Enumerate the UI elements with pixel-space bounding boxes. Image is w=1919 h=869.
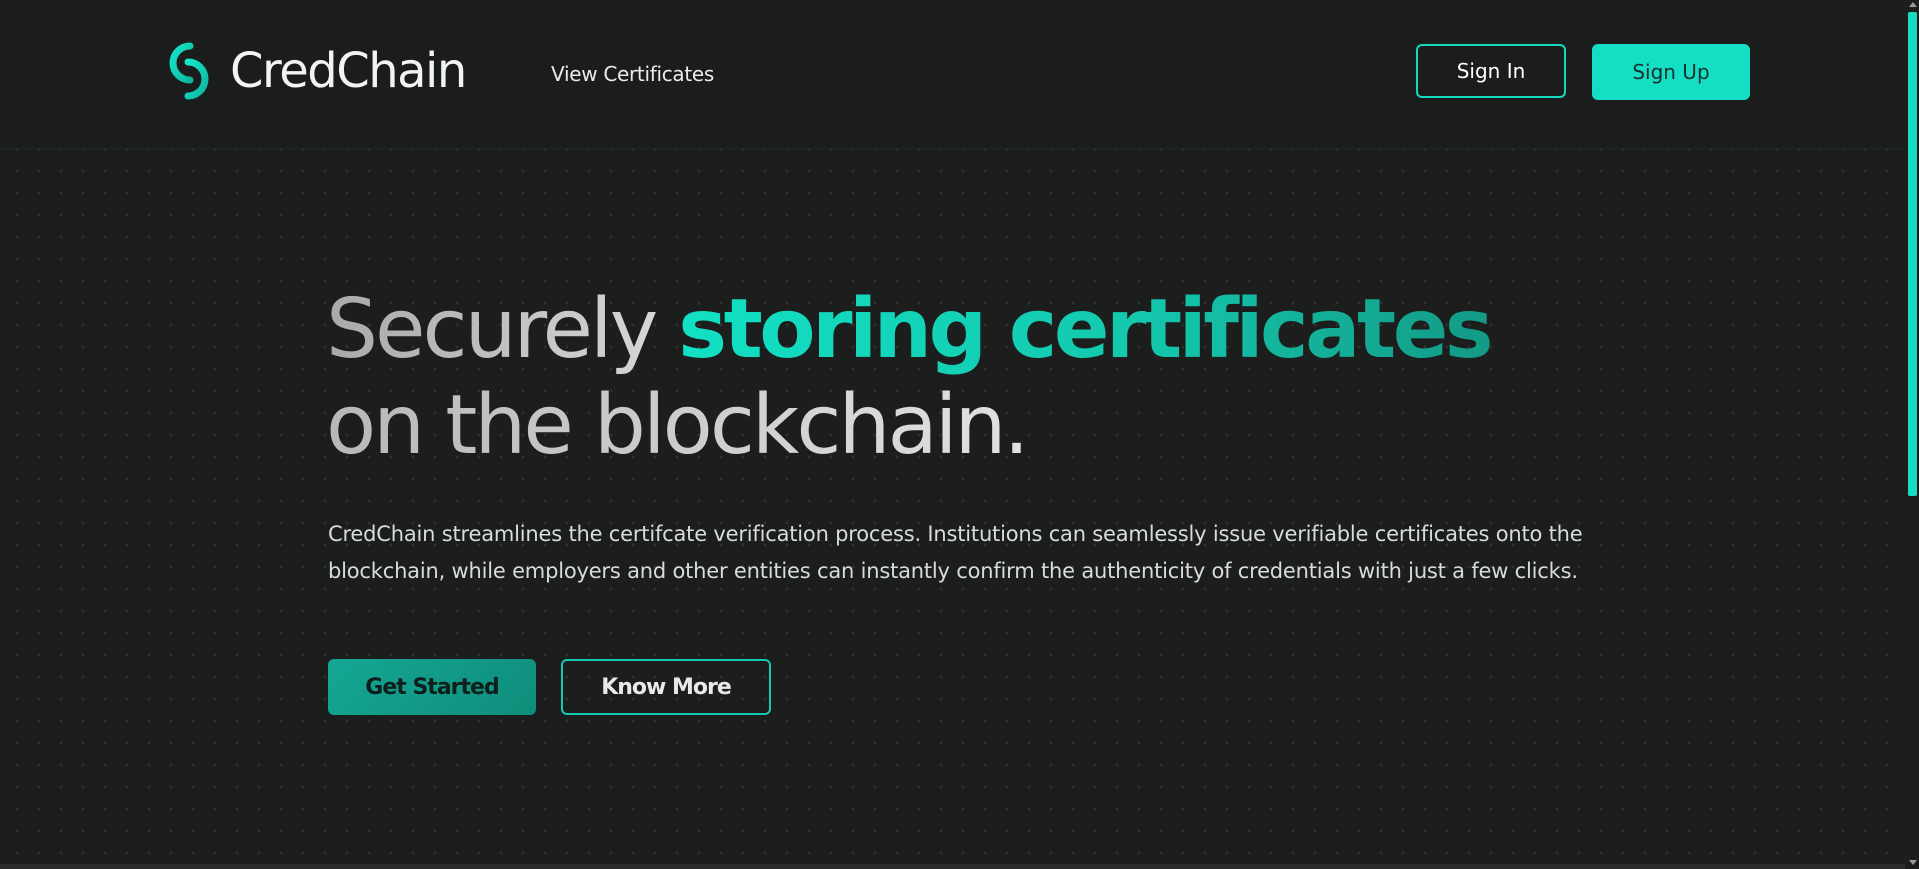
- scroll-up-icon[interactable]: [1909, 2, 1917, 7]
- scrollbar-thumb[interactable]: [1908, 12, 1917, 496]
- brand-logo[interactable]: CredChain: [160, 40, 467, 102]
- know-more-button[interactable]: Know More: [561, 659, 771, 715]
- scroll-down-icon[interactable]: [1909, 860, 1917, 865]
- brand-name: CredChain: [230, 43, 467, 99]
- hero-description: CredChain streamlines the certifcate ver…: [328, 522, 1583, 583]
- hero-title-accent: storing certificates: [678, 282, 1493, 377]
- sign-up-button[interactable]: Sign Up: [1592, 44, 1750, 100]
- top-navbar: CredChain View Certificates Sign In Sign…: [0, 0, 1905, 149]
- get-started-button[interactable]: Get Started: [328, 659, 536, 715]
- vertical-scrollbar[interactable]: [1905, 0, 1919, 869]
- page-bottom-edge: [0, 864, 1905, 869]
- hero-title-part1: Securely: [326, 282, 679, 377]
- sign-in-button[interactable]: Sign In: [1416, 44, 1566, 98]
- hero-title: Securely storing certificates on the bloc…: [326, 282, 1494, 474]
- landing-page: CredChain View Certificates Sign In Sign…: [0, 0, 1919, 869]
- chain-link-icon: [169, 42, 209, 100]
- nav-view-certificates[interactable]: View Certificates: [551, 62, 714, 86]
- hero-title-line2: on the blockchain.: [326, 378, 1490, 474]
